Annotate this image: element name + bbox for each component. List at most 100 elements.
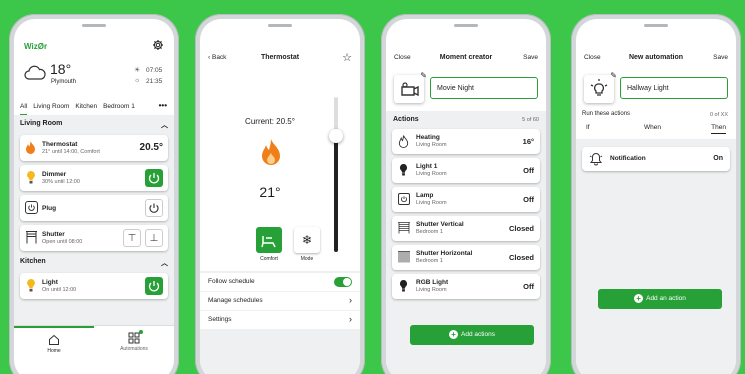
comfort-mode-button[interactable]	[256, 227, 282, 253]
tab-when[interactable]: When	[644, 124, 661, 131]
flame-icon	[260, 139, 282, 167]
phone-moment-creator: Close Moment creator Save ✎ Movie Night …	[381, 14, 551, 374]
automation-body: Notification On + Add an action	[576, 139, 736, 374]
shutter-open-button[interactable]: ⊤	[123, 229, 141, 247]
home-icon	[48, 334, 60, 346]
tabs-more-icon[interactable]: •••	[156, 101, 167, 110]
power-toggle-button[interactable]	[145, 277, 163, 295]
row-label: Manage schedules	[208, 297, 263, 304]
notification-action[interactable]: Notification On	[582, 147, 730, 171]
tab-all[interactable]: All	[20, 103, 28, 115]
nav-home[interactable]: Home	[14, 326, 94, 360]
moment-icon-picker[interactable]: ✎	[394, 71, 427, 103]
automation-icon-picker[interactable]: ✎	[584, 71, 617, 103]
device-card-plug[interactable]: Plug	[20, 195, 168, 221]
action-item[interactable]: Heating Living Room 16°	[392, 129, 540, 154]
save-button[interactable]: Save	[713, 54, 728, 61]
action-item[interactable]: RGB Light Living Room Off	[392, 274, 540, 299]
power-toggle-button[interactable]	[145, 199, 163, 217]
power-toggle-button[interactable]	[145, 169, 163, 187]
action-item[interactable]: Light 1 Living Room Off	[392, 158, 540, 183]
chevron-up-icon: ︿	[161, 122, 168, 129]
mode-button[interactable]: ❄	[294, 227, 320, 253]
notification-value: On	[713, 155, 723, 162]
favorite-star-icon[interactable]: ☆	[342, 51, 352, 64]
phone-thermostat: ‹ Back Thermostat ☆ Current: 20.5° 21° C…	[195, 14, 365, 374]
device-card-shutter[interactable]: Shutter Open until 08:00 ⊤ ⊥	[20, 225, 168, 251]
action-name: Shutter Horizontal	[416, 250, 473, 257]
action-name: Shutter Vertical	[416, 221, 464, 228]
follow-schedule-toggle[interactable]	[334, 277, 352, 287]
action-value: Off	[523, 166, 534, 175]
action-item[interactable]: Shutter Vertical Bedroom 1 Closed	[392, 216, 540, 241]
actions-title: Actions	[393, 116, 419, 123]
sunrise-icon: ☀	[134, 67, 141, 74]
nav-home-label: Home	[47, 348, 61, 354]
shutter-icon	[397, 250, 411, 264]
flame-icon	[25, 141, 36, 155]
chevron-right-icon: ›	[349, 295, 352, 305]
thermostat-screen: ‹ Back Thermostat ☆ Current: 20.5° 21° C…	[200, 19, 360, 374]
action-name: Light 1	[416, 163, 438, 170]
tab-then[interactable]: Then	[711, 124, 726, 134]
nav-automations-label: Automations	[120, 346, 148, 352]
actions-count: 0 of XX	[709, 112, 728, 118]
temperature-slider[interactable]	[329, 97, 343, 252]
settings-gear-icon[interactable]	[152, 39, 164, 51]
actions-list: Actions 5 of 60 Heating Living Room 16° …	[386, 111, 546, 374]
notification-dot	[139, 330, 143, 334]
shutter-close-button[interactable]: ⊥	[145, 229, 163, 247]
action-item[interactable]: Lamp Living Room Off	[392, 187, 540, 212]
add-actions-button[interactable]: + Add actions	[410, 325, 534, 345]
row-label: Follow schedule	[208, 278, 255, 285]
tab-if[interactable]: If	[586, 124, 590, 131]
bulb-icon	[25, 170, 37, 185]
action-room: Living Room	[416, 200, 447, 206]
home-content: Living Room ︿ Thermostat 21° until 14:00…	[14, 115, 174, 325]
slider-thumb[interactable]	[329, 128, 343, 143]
section-title-living-room[interactable]: Living Room ︿	[20, 120, 168, 130]
device-card-dimmer[interactable]: Dimmer 30% until 12:00	[20, 165, 168, 191]
action-value: Closed	[508, 253, 534, 262]
automation-screen: Close New automation Save ✎ Hallway Ligh…	[576, 19, 736, 374]
action-room: Bedroom 1	[416, 229, 443, 235]
screen-title: New automation	[628, 54, 684, 61]
phone-notch	[268, 24, 292, 27]
moment-name-input[interactable]: Movie Night	[430, 77, 538, 99]
action-name: Lamp	[416, 192, 434, 199]
action-value: Off	[523, 195, 534, 204]
add-actions-label: Add actions	[461, 331, 495, 338]
tab-living-room[interactable]: Living Room	[33, 103, 69, 115]
follow-schedule-row[interactable]: Follow schedule	[200, 273, 360, 291]
moment-screen: Close Moment creator Save ✎ Movie Night …	[386, 19, 546, 374]
device-status: 21° until 14:00, Comfort	[42, 149, 100, 155]
slider-fill	[334, 135, 338, 252]
automations-grid-icon	[128, 330, 143, 344]
bulb-icon	[25, 278, 37, 293]
nav-automations[interactable]: Automations	[94, 326, 174, 360]
action-room: Living Room	[416, 171, 447, 177]
settings-row[interactable]: Settings ›	[200, 311, 360, 329]
row-label: Settings	[208, 316, 232, 323]
device-name: Plug	[42, 205, 57, 212]
chevron-right-icon: ›	[349, 314, 352, 324]
device-card-light[interactable]: Light On until 12:00	[20, 273, 168, 299]
chevron-up-icon: ︿	[161, 260, 168, 267]
weather-temp: 18°	[50, 61, 72, 77]
action-name: Heating	[416, 134, 440, 141]
automation-name-input[interactable]: Hallway Light	[620, 77, 728, 99]
manage-schedules-row[interactable]: Manage schedules ›	[200, 292, 360, 310]
tab-bedroom-1[interactable]: Bedroom 1	[103, 103, 135, 115]
edit-pencil-icon: ✎	[420, 71, 427, 80]
add-action-button[interactable]: + Add an action	[598, 289, 722, 309]
device-card-thermostat[interactable]: Thermostat 21° until 14:00, Comfort 20.5…	[20, 135, 168, 161]
weather-cloud-icon	[24, 65, 46, 80]
device-name: Shutter	[42, 231, 65, 238]
device-name: Light	[42, 279, 58, 286]
section-title-kitchen[interactable]: Kitchen ︿	[20, 258, 168, 268]
action-item[interactable]: Shutter Horizontal Bedroom 1 Closed	[392, 245, 540, 270]
save-button[interactable]: Save	[523, 54, 538, 61]
tab-kitchen[interactable]: Kitchen	[75, 103, 97, 115]
sunrise-time: 07:05	[146, 67, 163, 74]
edit-pencil-icon: ✎	[610, 71, 617, 80]
